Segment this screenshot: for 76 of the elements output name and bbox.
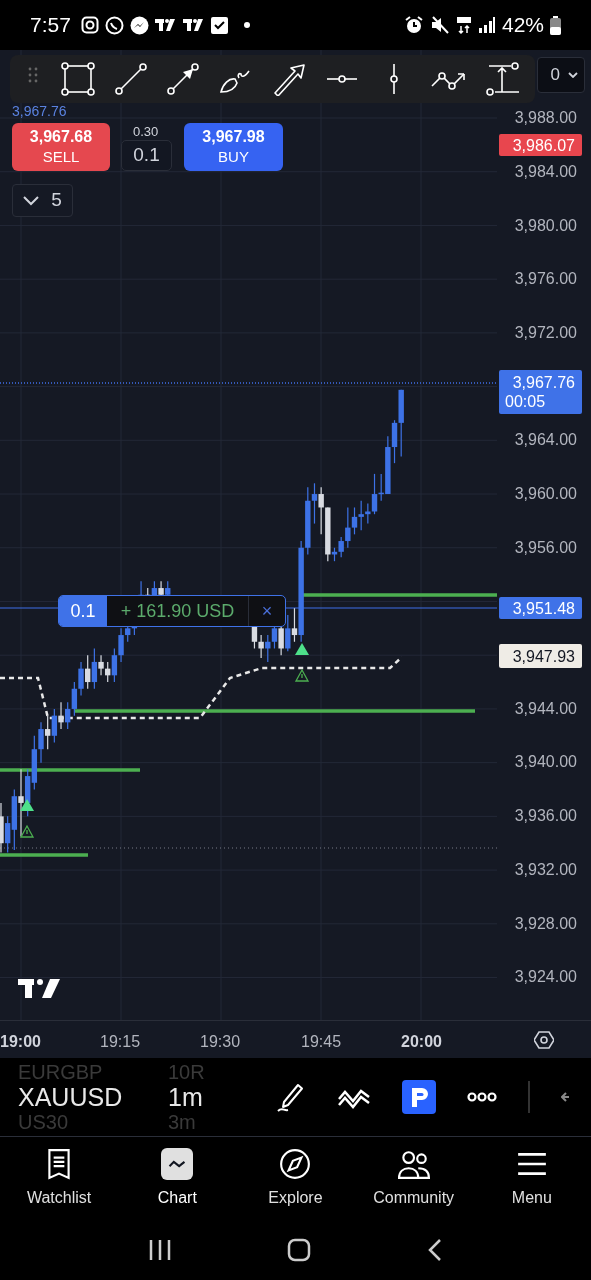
price-tick-label: 3,932.00 xyxy=(514,861,577,879)
app-logo-icon xyxy=(154,18,177,32)
price-tick-label: 3,928.00 xyxy=(514,915,577,933)
checkbox-icon xyxy=(210,16,228,34)
triangle-marker-icon xyxy=(20,799,34,811)
price-tick-label: 3,936.00 xyxy=(514,807,577,825)
triangle-marker-icon xyxy=(295,643,309,655)
interval-option[interactable]: 1m xyxy=(168,1083,260,1111)
app-logo-icon xyxy=(182,18,205,32)
drawing-pencil-icon[interactable] xyxy=(275,1081,306,1113)
price-range-icon[interactable] xyxy=(484,62,521,96)
recent-apps-icon[interactable] xyxy=(147,1239,172,1261)
arrow-icon[interactable] xyxy=(271,62,306,96)
time-label: 19:30 xyxy=(200,1032,241,1052)
price-tick-label: 3,984.00 xyxy=(514,163,577,181)
arrow-line-icon[interactable] xyxy=(166,62,201,96)
alarm-icon xyxy=(403,15,424,35)
price-label: 3,951.48 xyxy=(512,598,575,618)
buy-button[interactable]: 3,967.98 BUY xyxy=(184,123,283,171)
symbol-option[interactable]: XAUUSD xyxy=(18,1083,150,1111)
close-position-button[interactable]: × xyxy=(249,596,285,626)
warning-icon xyxy=(19,824,35,838)
nav-tab[interactable]: Explore xyxy=(240,1147,351,1210)
back-arrow-icon[interactable] xyxy=(561,1091,570,1103)
compass-icon xyxy=(279,1147,312,1180)
chart-icon xyxy=(161,1147,194,1180)
price-label: 3,967.76 xyxy=(512,373,575,392)
countdown-label: 00:05 xyxy=(504,392,546,411)
chevron-down-icon xyxy=(23,195,40,206)
back-icon[interactable] xyxy=(427,1238,444,1262)
time-label: 19:15 xyxy=(100,1032,141,1052)
signal-icon xyxy=(477,16,496,34)
logo-icon xyxy=(18,979,60,998)
price-tick-label: 3,972.00 xyxy=(514,324,577,342)
camera-app-icon xyxy=(80,16,99,34)
price-tick-label: 3,980.00 xyxy=(514,217,577,235)
price-tick-label: 3,924.00 xyxy=(514,968,577,986)
price-tick-label: 3,956.00 xyxy=(514,539,577,557)
price-tick-label: 3,988.00 xyxy=(514,109,577,127)
network-4g-icon xyxy=(455,15,472,35)
rectangle-icon[interactable] xyxy=(60,62,95,96)
price-label: 3,986.07 xyxy=(512,135,575,155)
spread-label: 0.30 xyxy=(133,123,159,141)
nav-tab[interactable]: Chart xyxy=(122,1147,233,1210)
sell-button[interactable]: 3,967.68 SELL xyxy=(12,123,110,171)
chat-bubble-icon xyxy=(104,15,124,35)
price-label: 3,947.93 xyxy=(512,646,575,666)
price-tick-label: 3,960.00 xyxy=(514,485,577,503)
price-tick-label: 3,964.00 xyxy=(514,431,577,449)
time-label: 19:00 xyxy=(0,1032,41,1052)
indicators-toggle[interactable]: 5 xyxy=(12,184,73,217)
position-quantity: 0.1 xyxy=(59,596,107,626)
price-tick-label: 3,976.00 xyxy=(514,270,577,288)
quantity-field[interactable]: 0.1 xyxy=(121,140,172,171)
dot-icon xyxy=(243,22,250,28)
profit-label: + 161.90 USD xyxy=(107,596,249,626)
nav-tab[interactable]: Watchlist xyxy=(4,1147,115,1210)
nav-tab[interactable]: Community xyxy=(358,1147,469,1210)
nav-tab[interactable]: Menu xyxy=(476,1147,587,1210)
battery-percent: 42% xyxy=(501,12,544,39)
line-icon[interactable] xyxy=(113,62,148,96)
battery-icon xyxy=(550,15,561,35)
header-price: 3,967.76 xyxy=(12,104,67,119)
price-tick-label: 3,940.00 xyxy=(514,753,577,771)
price-tick-label: 3,944.00 xyxy=(514,700,577,718)
app-logo-icon[interactable] xyxy=(401,1080,436,1114)
settings-icon[interactable] xyxy=(534,1030,554,1050)
more-icon[interactable] xyxy=(467,1091,498,1103)
mute-icon xyxy=(429,15,450,35)
status-time: 7:57 xyxy=(30,12,71,39)
interval-dropdown[interactable]: 0 xyxy=(537,57,585,93)
time-label: 20:00 xyxy=(401,1032,442,1052)
warning-icon xyxy=(294,668,310,682)
home-icon[interactable] xyxy=(287,1238,312,1262)
caret-icon xyxy=(568,72,578,78)
time-label: 19:45 xyxy=(301,1032,342,1052)
